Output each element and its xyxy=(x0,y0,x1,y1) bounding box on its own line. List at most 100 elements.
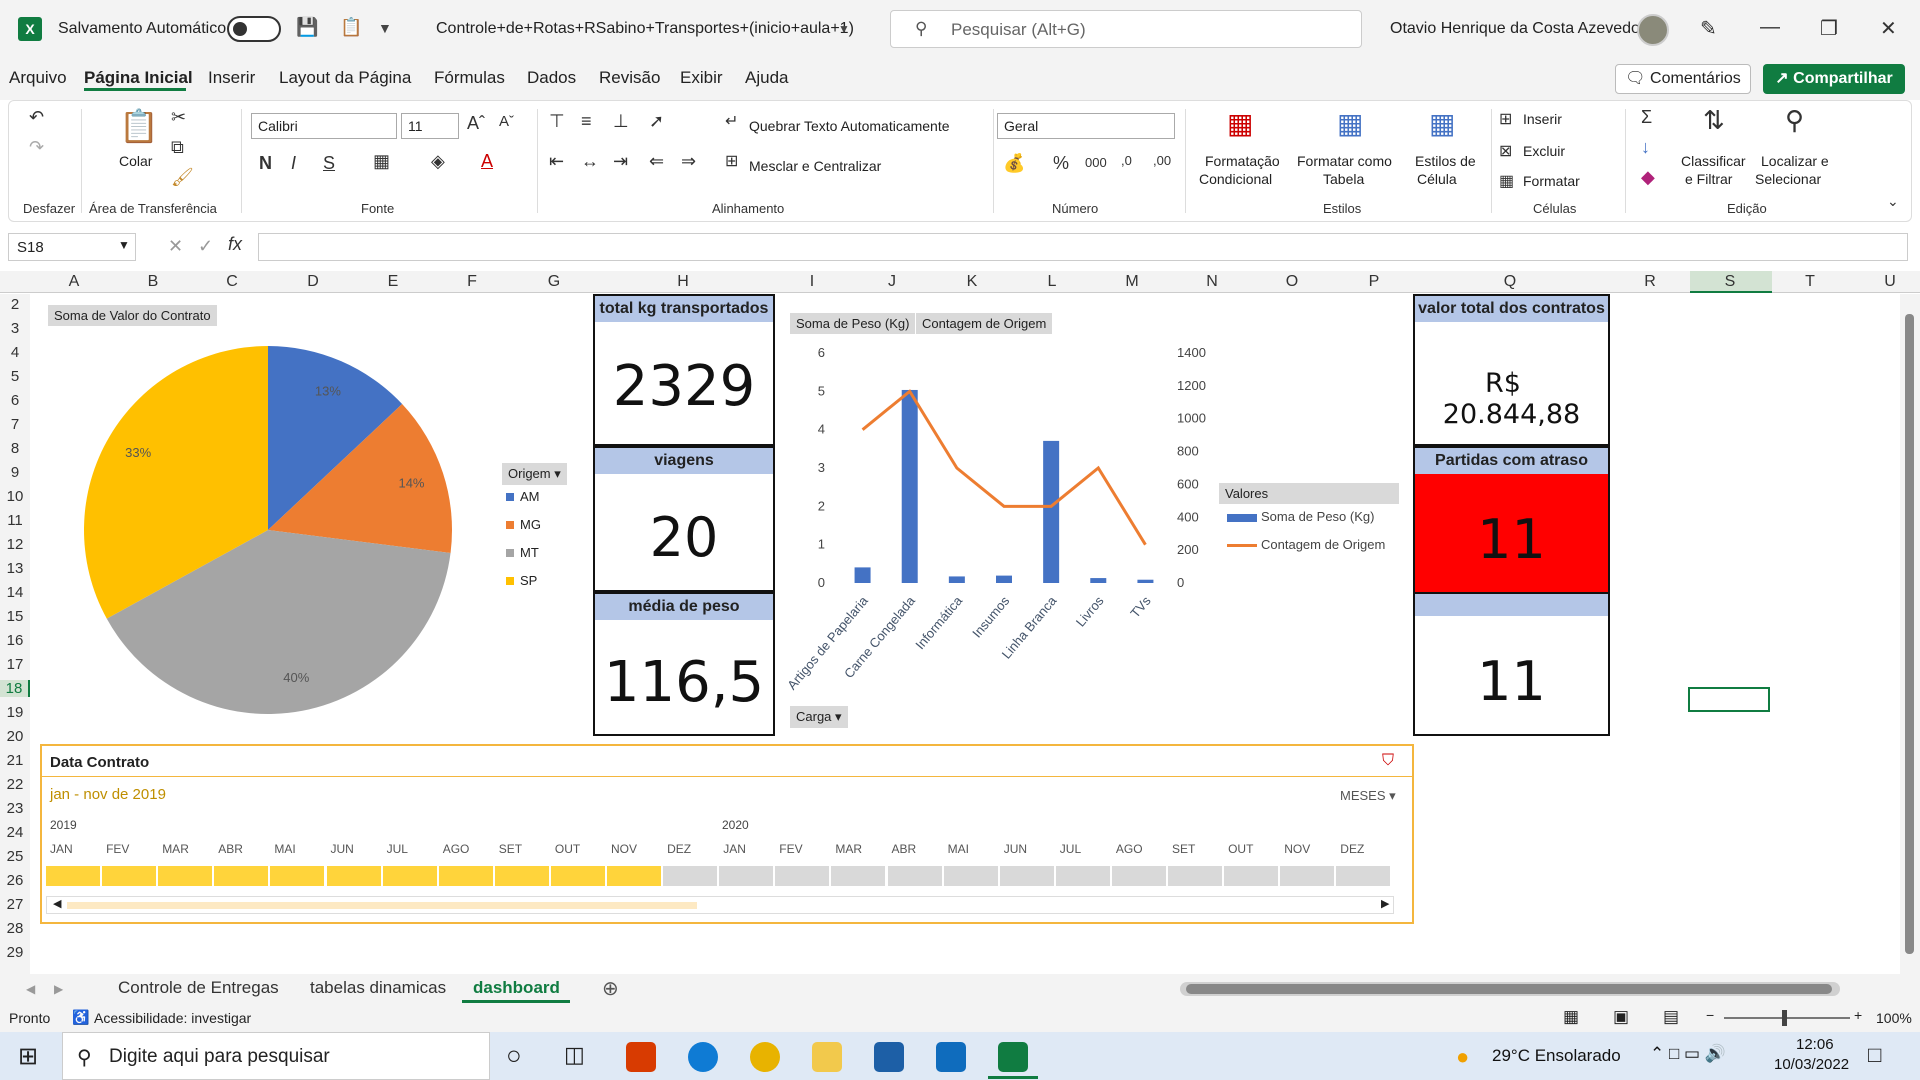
sort-filter-label-2[interactable]: e Filtrar xyxy=(1685,171,1732,187)
wrap-text-icon[interactable]: ↵ xyxy=(725,111,738,131)
restore-icon[interactable]: ❐ xyxy=(1820,16,1838,41)
column-header-m[interactable]: M xyxy=(1122,273,1142,291)
bar-3[interactable] xyxy=(996,575,1012,583)
bar-4[interactable] xyxy=(1043,440,1060,583)
find-icon[interactable]: ⚲ xyxy=(1785,105,1804,136)
row-header-5[interactable]: 5 xyxy=(0,368,30,385)
sheet-tab-controle[interactable]: Controle de Entregas xyxy=(118,978,279,998)
menu-exibir[interactable]: Exibir xyxy=(680,68,723,88)
align-top-icon[interactable]: ⊤ xyxy=(549,111,565,132)
clear-filter-icon[interactable]: ⛉ xyxy=(1382,752,1394,770)
menu-revisao[interactable]: Revisão xyxy=(599,68,660,88)
column-header-o[interactable]: O xyxy=(1282,273,1302,291)
accessibility-icon[interactable]: ♿ xyxy=(72,1009,89,1026)
merge-icon[interactable]: ⊞ xyxy=(725,151,738,171)
increase-font-icon[interactable]: Aˆ xyxy=(467,113,485,134)
bar-2[interactable] xyxy=(948,576,965,583)
pie-legend-item-mt[interactable]: MT xyxy=(506,545,539,560)
pie-legend-item-am[interactable]: AM xyxy=(506,489,540,504)
format-cells-icon[interactable]: ▦ xyxy=(1499,171,1514,191)
indent-decrease-icon[interactable]: ⇐ xyxy=(649,151,664,172)
row-header-19[interactable]: 19 xyxy=(0,704,30,721)
minimize-icon[interactable]: — xyxy=(1760,16,1780,39)
timeline-month-cell[interactable] xyxy=(999,866,1054,886)
file-explorer-icon[interactable] xyxy=(812,1042,842,1072)
increase-decimal-icon[interactable]: ,0 xyxy=(1121,153,1132,168)
column-header-j[interactable]: J xyxy=(882,273,902,291)
comments-button[interactable]: 🗨 Comentários xyxy=(1615,64,1751,94)
row-header-28[interactable]: 28 xyxy=(0,920,30,937)
column-header-l[interactable]: L xyxy=(1042,273,1062,291)
row-header-14[interactable]: 14 xyxy=(0,584,30,601)
close-icon[interactable]: ✕ xyxy=(1880,16,1897,41)
cut-icon[interactable]: ✂ xyxy=(171,107,186,128)
collapse-ribbon-icon[interactable]: ⌄ xyxy=(1887,193,1899,210)
name-box-dropdown-icon[interactable]: ▼ xyxy=(118,238,130,252)
name-box[interactable]: S18 xyxy=(8,233,136,261)
pie-chart-container[interactable]: Soma de Valor do Contrato 13% 14% 40% 33% O… xyxy=(36,295,589,735)
conditional-format-icon[interactable]: ▦ xyxy=(1227,107,1253,140)
column-header-b[interactable]: B xyxy=(143,273,163,291)
column-header-c[interactable]: C xyxy=(222,273,242,291)
office-app-icon[interactable] xyxy=(626,1042,656,1072)
row-header-21[interactable]: 21 xyxy=(0,752,30,769)
timeline-month-cell[interactable] xyxy=(775,866,830,886)
font-color-icon[interactable]: A xyxy=(481,151,493,172)
confirm-formula-icon[interactable]: ✓ xyxy=(198,236,213,257)
paste-icon[interactable]: 📋 xyxy=(119,107,159,145)
currency-icon[interactable]: 💰 xyxy=(1003,153,1025,174)
column-header-n[interactable]: N xyxy=(1202,273,1222,291)
timeline-slicer[interactable]: Data Contrato ⛉ jan - nov de 2019 MESES … xyxy=(40,744,1414,924)
share-button[interactable]: ↗ Compartilhar xyxy=(1763,64,1905,94)
task-view-icon[interactable]: ◫ xyxy=(564,1042,585,1068)
document-title[interactable]: Controle+de+Rotas+RSabino+Transportes+(i… xyxy=(436,20,854,38)
zoom-level[interactable]: 100% xyxy=(1876,1010,1912,1026)
timeline-month-cell[interactable] xyxy=(326,866,381,886)
pen-icon[interactable]: ✎ xyxy=(1700,16,1717,41)
pie-legend-item-sp[interactable]: SP xyxy=(506,573,537,588)
bar-0[interactable] xyxy=(854,567,871,583)
taskbar-search[interactable]: ⚲ Digite aqui para pesquisar xyxy=(62,1032,490,1080)
column-header-h[interactable]: H xyxy=(673,273,693,291)
row-header-20[interactable]: 20 xyxy=(0,728,30,745)
format-cells-label[interactable]: Formatar xyxy=(1523,173,1580,189)
underline-icon[interactable]: S xyxy=(323,153,335,174)
timeline-scroll-left-icon[interactable]: ◀ xyxy=(53,897,61,910)
row-header-15[interactable]: 15 xyxy=(0,608,30,625)
row-header-13[interactable]: 13 xyxy=(0,560,30,577)
menu-inserir[interactable]: Inserir xyxy=(208,68,255,88)
cond-format-label-2[interactable]: Condicional xyxy=(1199,171,1272,187)
clipboard-icon[interactable]: 📋 xyxy=(340,17,362,38)
pie-legend-item-mg[interactable]: MG xyxy=(506,517,541,532)
timeline-month-cell[interactable] xyxy=(663,866,718,886)
timeline-month-cell[interactable] xyxy=(719,866,774,886)
combo-chart-container[interactable]: Soma de Peso (Kg) Contagem de Origem 012… xyxy=(777,295,1411,735)
timeline-scroll-right-icon[interactable]: ▶ xyxy=(1381,897,1389,910)
row-header-16[interactable]: 16 xyxy=(0,632,30,649)
zoom-slider[interactable] xyxy=(1724,1017,1850,1019)
column-header-d[interactable]: D xyxy=(303,273,323,291)
menu-arquivo[interactable]: Arquivo xyxy=(9,68,67,88)
row-header-17[interactable]: 17 xyxy=(0,656,30,673)
timeline-month-cell[interactable] xyxy=(102,866,157,886)
column-header-r[interactable]: R xyxy=(1640,273,1660,291)
timeline-month-cell[interactable] xyxy=(831,866,886,886)
find-select-label-2[interactable]: Selecionar xyxy=(1755,171,1821,187)
pie-legend-filter[interactable]: Origem ▾ xyxy=(502,463,567,485)
row-header-2[interactable]: 2 xyxy=(0,296,30,313)
menu-dados[interactable]: Dados xyxy=(527,68,576,88)
wrap-text-label[interactable]: Quebrar Texto Automaticamente xyxy=(749,118,950,134)
tab-scroll-left-icon[interactable]: ◀ xyxy=(26,982,35,996)
timeline-month-cell[interactable] xyxy=(607,866,662,886)
vertical-scroll-thumb[interactable] xyxy=(1905,314,1914,954)
align-center-icon[interactable]: ↔ xyxy=(581,151,599,172)
bold-icon[interactable]: N xyxy=(259,153,272,174)
align-left-icon[interactable]: ⇤ xyxy=(549,151,564,172)
formula-input[interactable] xyxy=(258,233,1908,261)
undo-icon[interactable]: ↶ xyxy=(29,107,44,128)
copy-icon[interactable]: ⧉ xyxy=(171,137,184,158)
align-right-icon[interactable]: ⇥ xyxy=(613,151,628,172)
row-header-12[interactable]: 12 xyxy=(0,536,30,553)
row-header-8[interactable]: 8 xyxy=(0,440,30,457)
fill-icon[interactable]: ↓ xyxy=(1641,137,1650,158)
